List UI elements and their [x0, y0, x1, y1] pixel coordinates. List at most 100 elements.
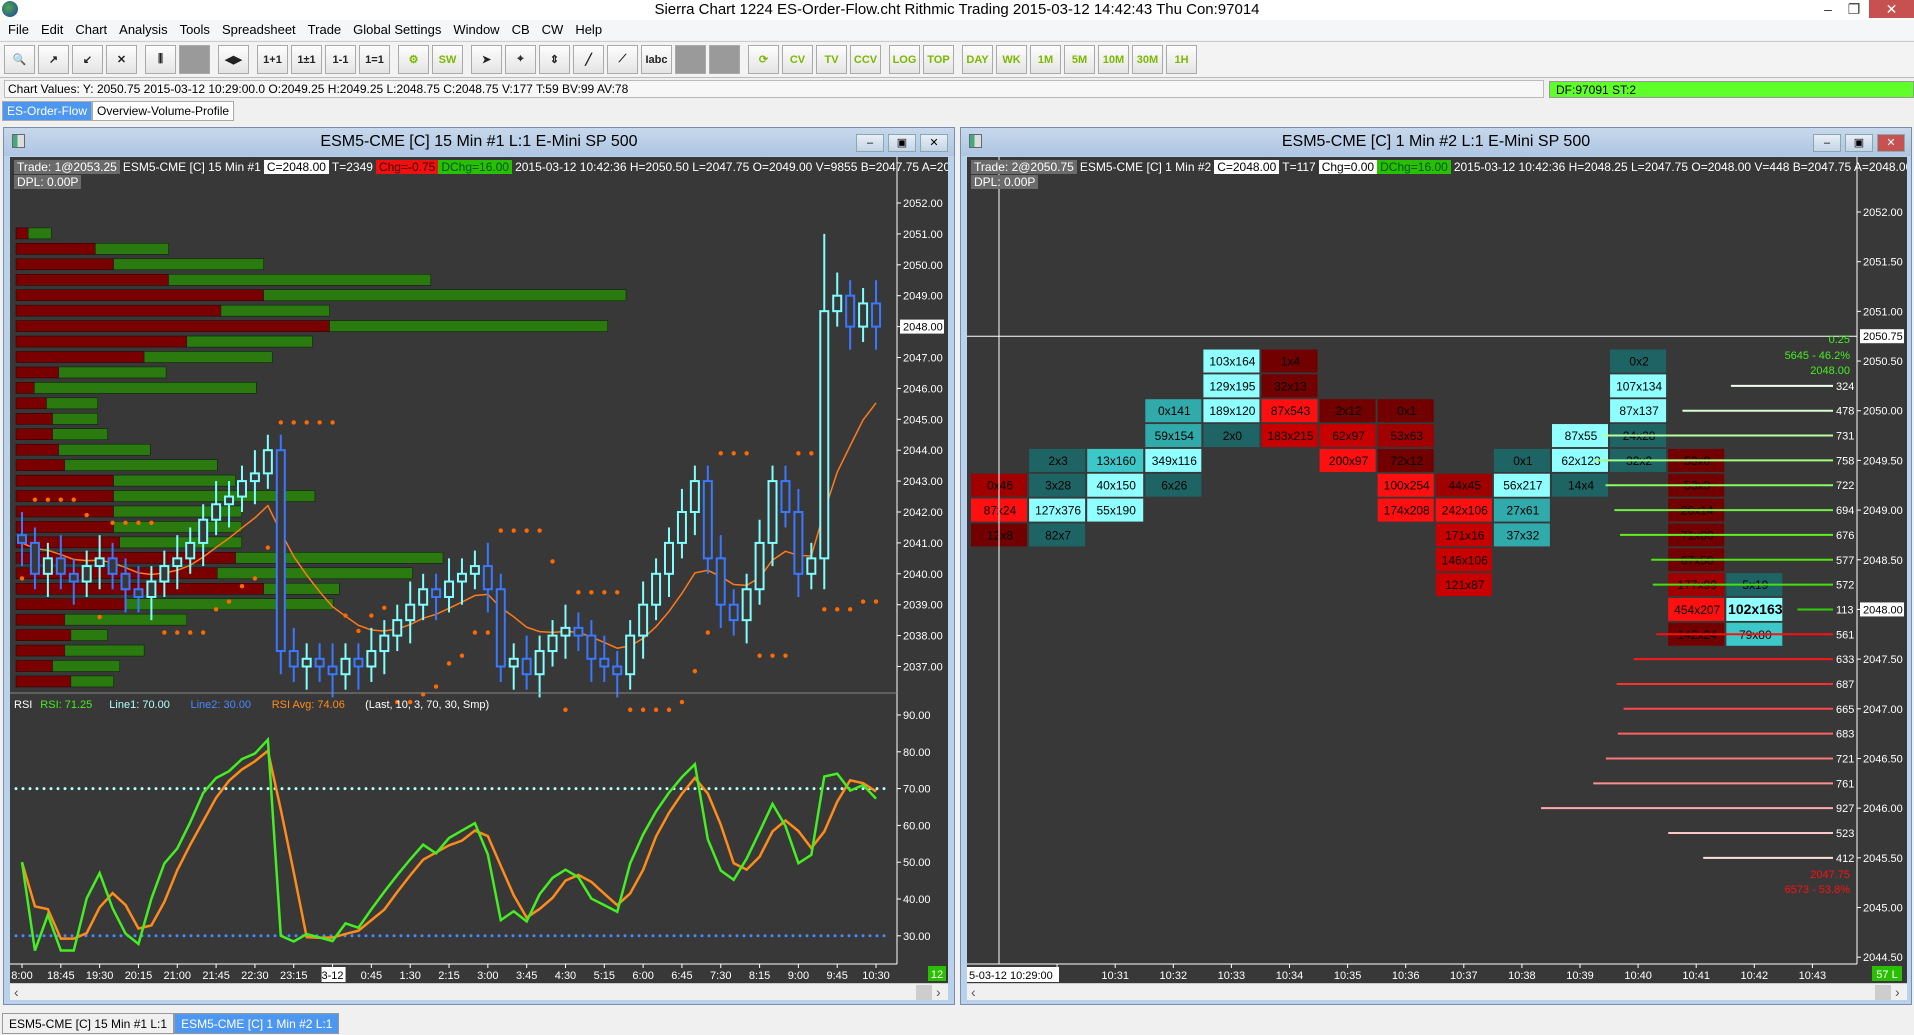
draw-line-button[interactable]: ╱ [573, 45, 604, 74]
chart-close-button[interactable]: ✕ [920, 134, 948, 152]
import-button[interactable]: ↙ [72, 45, 103, 74]
candle-body [198, 518, 209, 544]
time-label: 23:15 [280, 970, 308, 982]
tv-button[interactable]: TV [816, 45, 847, 74]
close-chart-button[interactable]: ✕ [106, 45, 137, 74]
chart-minimize-button[interactable]: – [856, 134, 884, 152]
horizontal-scrollbar[interactable]: ‹ › [10, 983, 948, 1000]
chart-settings-button[interactable]: ⚙ [398, 45, 429, 74]
price-chart-15min[interactable]: 2052.00 2051.00 2050.00 2049.00 2048.00 2047.… [10, 157, 948, 983]
scroll-right-arrow[interactable]: › [1895, 984, 1900, 1000]
scroll-right-arrow[interactable]: › [936, 984, 941, 1000]
scroll-thumb[interactable] [916, 985, 932, 1000]
stop-dot [123, 520, 128, 526]
blank-1-button[interactable] [179, 45, 210, 74]
menu-analysis[interactable]: Analysis [115, 20, 175, 40]
chart-title-bar[interactable]: ESM5-CME [C] 15 Min #1 L:1 E-Mini SP 500 [4, 128, 954, 156]
draw-ray-button[interactable]: ⟋ [607, 45, 638, 74]
menu-window[interactable]: Window [449, 20, 507, 40]
daily-change-value: DChg=16.00 [1377, 160, 1451, 174]
profile-buy-bar [113, 474, 236, 487]
chart-window-tab[interactable]: ESM5-CME [C] 1 Min #2 L:1 [174, 1013, 340, 1034]
candle-body [288, 650, 299, 668]
time-label: 21:45 [202, 970, 230, 982]
equal-spacing-button[interactable]: 1=1 [359, 45, 390, 74]
bar-spacing-plusminus-button[interactable]: 1±1 [291, 45, 322, 74]
candle-body [845, 294, 856, 328]
volume-profile-value: 113 [1836, 604, 1854, 616]
chart-window-icon[interactable] [12, 134, 25, 148]
stop-dot [446, 661, 452, 666]
crosshair-button[interactable]: ⌖ [505, 45, 536, 74]
profile-sell-bar [15, 413, 53, 425]
horizontal-scrollbar[interactable]: ‹ › [967, 983, 1907, 1000]
day-button[interactable]: DAY [962, 45, 993, 74]
menu-cw[interactable]: CW [538, 20, 572, 40]
chartbook-tab-overview-volume-profile[interactable]: Overview-Volume-Profile [92, 101, 235, 121]
candle-body [586, 634, 597, 660]
candle-body [651, 572, 662, 606]
chart-window-icon[interactable] [969, 134, 982, 148]
chartbook-tab-es-order-flow[interactable]: ES-Order-Flow [2, 101, 93, 121]
footprint-cell-text: 2x3 [1048, 454, 1068, 468]
time-label: 9:00 [788, 970, 809, 982]
chart-close-button[interactable]: ✕ [1877, 134, 1905, 152]
scroll-left-arrow[interactable]: ‹ [14, 984, 19, 1000]
candle-body [495, 588, 506, 668]
measure-button[interactable]: ⇕ [539, 45, 570, 74]
menu-spreadsheet[interactable]: Spreadsheet [218, 20, 304, 40]
footprint-cell-text: 174x208 [1384, 504, 1430, 518]
menu-global-settings[interactable]: Global Settings [349, 20, 449, 40]
5m-button[interactable]: 5M [1064, 45, 1095, 74]
increase-bar-spacing-button[interactable]: 1+1 [257, 45, 288, 74]
menu-cb[interactable]: CB [508, 20, 538, 40]
blank-2-button[interactable] [675, 45, 706, 74]
rsi-legend-rsi: RSI: 71.25 [40, 699, 92, 711]
find-symbol-button[interactable]: 🔍 [4, 45, 35, 74]
candle-body [689, 480, 700, 514]
price-label: 2049.00 [1863, 505, 1903, 517]
top-button[interactable]: TOP [923, 45, 954, 74]
pointer-button[interactable]: ➤ [471, 45, 502, 74]
chart-window-tab[interactable]: ESM5-CME [C] 15 Min #1 L:1 [2, 1013, 175, 1034]
cv-button[interactable]: CV [782, 45, 813, 74]
chart-plot-area[interactable]: 2052.00 2051.00 2050.00 2049.00 2048.00 2047.… [10, 157, 948, 983]
text-tool-button[interactable]: Iabc [641, 45, 672, 74]
blank-3-button[interactable] [709, 45, 740, 74]
candle-body [17, 534, 27, 544]
chart-minimize-button[interactable]: – [1813, 134, 1841, 152]
chart-title-bar[interactable]: ESM5-CME [C] 1 Min #2 L:1 E-Mini SP 500 [961, 128, 1911, 156]
menu-file[interactable]: File [4, 20, 37, 40]
log-button[interactable]: LOG [889, 45, 920, 74]
profile-sell-bar [15, 505, 114, 518]
menu-trade[interactable]: Trade [304, 20, 349, 40]
decrease-bar-spacing-button[interactable]: 1-1 [325, 45, 356, 74]
profile-sell-bar [15, 474, 114, 487]
sw-button[interactable]: SW [432, 45, 463, 74]
chart-restore-button[interactable]: ▣ [888, 134, 916, 152]
symbol-info: ESM5-CME [C] 15 Min #1 [122, 160, 261, 174]
close-button[interactable]: ✕ [1869, 0, 1914, 18]
ccv-button[interactable]: CCV [850, 45, 881, 74]
scroll-left-arrow[interactable]: ‹ [971, 984, 976, 1000]
30m-button[interactable]: 30M [1132, 45, 1163, 74]
chart-restore-button[interactable]: ▣ [1845, 134, 1873, 152]
menu-chart[interactable]: Chart [71, 20, 115, 40]
menu-edit[interactable]: Edit [37, 20, 71, 40]
price-label: 2048.00 [903, 322, 943, 334]
chart-plot-area[interactable]: 0x46 87x24 12x8 2x3 3x28 127x376 82x7 13x160 40x… [967, 157, 1907, 983]
menu-help[interactable]: Help [571, 20, 610, 40]
1m-button[interactable]: 1M [1030, 45, 1061, 74]
reload-button[interactable]: ⟳ [748, 45, 779, 74]
10m-button[interactable]: 10M [1098, 45, 1129, 74]
scroll-thumb[interactable] [1875, 985, 1891, 1000]
1h-button[interactable]: 1H [1166, 45, 1197, 74]
studies-button[interactable]: ⫼ [145, 45, 176, 74]
profile-buy-bar [64, 644, 145, 657]
open-chart-button[interactable]: ↗ [38, 45, 69, 74]
order-flow-chart-1min[interactable]: 0x46 87x24 12x8 2x3 3x28 127x376 82x7 13x160 40x… [967, 157, 1907, 983]
restore-button[interactable]: ❐ [1840, 0, 1868, 18]
wk-button[interactable]: WK [996, 45, 1027, 74]
scroll-arrows-button[interactable]: ◀▶ [218, 45, 249, 74]
menu-tools[interactable]: Tools [176, 20, 218, 40]
